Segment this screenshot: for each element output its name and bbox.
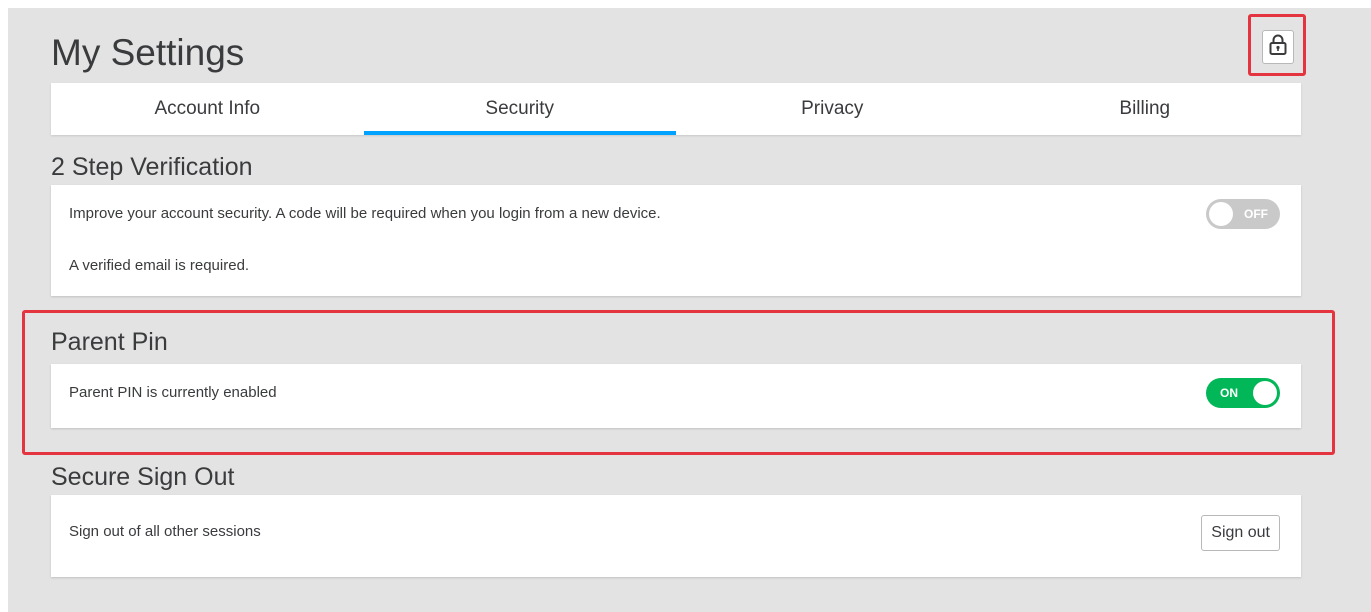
tab-label: Billing <box>1119 98 1171 119</box>
secure-sign-out-card: Sign out of all other sessions Sign out <box>51 495 1301 577</box>
toggle-knob <box>1253 381 1277 405</box>
settings-page: My Settings Account Info Security Privac… <box>8 8 1371 612</box>
secure-sign-out-title: Secure Sign Out <box>51 463 235 491</box>
tab-privacy[interactable]: Privacy <box>676 83 989 135</box>
toggle-state-label: OFF <box>1244 207 1268 221</box>
two-step-title: 2 Step Verification <box>51 153 253 181</box>
tab-billing[interactable]: Billing <box>989 83 1302 135</box>
settings-tabs: Account Info Security Privacy Billing <box>51 83 1301 135</box>
lock-icon <box>1269 34 1287 61</box>
secure-sign-out-description: Sign out of all other sessions <box>69 523 261 540</box>
tab-label: Security <box>485 98 555 119</box>
parent-pin-card: Parent PIN is currently enabled ON <box>51 364 1301 428</box>
parent-pin-status: Parent PIN is currently enabled <box>69 384 277 401</box>
two-step-toggle[interactable]: OFF <box>1206 199 1280 229</box>
two-step-card: Improve your account security. A code wi… <box>51 185 1301 296</box>
tab-security[interactable]: Security <box>363 83 677 135</box>
toggle-state-label: ON <box>1220 386 1238 400</box>
toggle-knob <box>1209 202 1233 226</box>
two-step-note: A verified email is required. <box>69 257 250 274</box>
lock-button[interactable] <box>1262 30 1294 64</box>
page-title: My Settings <box>51 32 245 73</box>
parent-pin-title: Parent Pin <box>51 328 168 356</box>
tab-account-info[interactable]: Account Info <box>51 83 364 135</box>
sign-out-button[interactable]: Sign out <box>1201 515 1280 551</box>
parent-pin-toggle[interactable]: ON <box>1206 378 1280 408</box>
tab-label: Account Info <box>154 98 261 119</box>
tab-label: Privacy <box>801 98 864 119</box>
two-step-description: Improve your account security. A code wi… <box>69 205 661 222</box>
